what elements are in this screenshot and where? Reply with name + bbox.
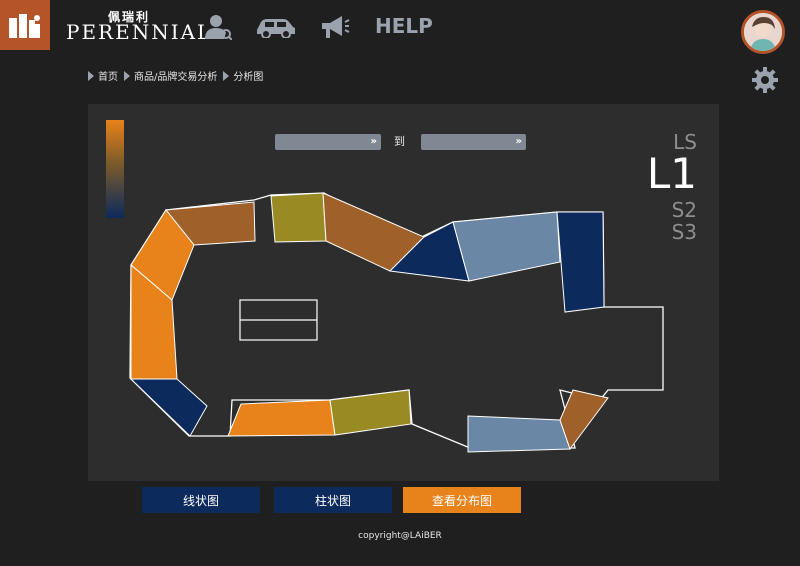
megaphone-icon[interactable] — [320, 14, 350, 40]
store-unit[interactable] — [329, 389, 412, 436]
triangle-right-icon — [88, 70, 94, 81]
store-unit[interactable] — [556, 211, 605, 313]
brand-english-name: PERENNIAL — [66, 20, 213, 44]
triangle-right-icon — [223, 70, 230, 81]
breadcrumb-item-home[interactable]: 首页 — [88, 68, 118, 83]
brand-logo: 佩瑞利 PERENNIAL — [66, 8, 210, 44]
breadcrumb-item-analysis[interactable]: 商品/品牌交易分析 — [124, 68, 217, 83]
logo-icon — [9, 14, 40, 38]
user-avatar-icon — [744, 13, 782, 51]
breadcrumb-label: 商品/品牌交易分析 — [134, 72, 218, 83]
store-unit[interactable] — [467, 415, 571, 453]
floor-map — [129, 192, 664, 453]
app-logo[interactable] — [0, 0, 50, 50]
breadcrumb-item-chart: 分析图 — [223, 68, 263, 83]
store-unit[interactable] — [559, 389, 609, 451]
gear-icon[interactable] — [751, 66, 779, 94]
breadcrumb: 首页 商品/品牌交易分析 分析图 — [88, 68, 269, 83]
store-unit[interactable] — [452, 211, 561, 282]
breadcrumb-label: 首页 — [98, 72, 118, 83]
user-search-icon[interactable] — [204, 12, 232, 40]
store-unit[interactable] — [227, 399, 336, 437]
breadcrumb-label: 分析图 — [233, 72, 264, 83]
store-unit[interactable] — [270, 192, 327, 243]
bar-chart-button[interactable]: 柱状图 — [274, 487, 392, 513]
avatar[interactable] — [741, 10, 785, 54]
car-icon[interactable] — [255, 16, 297, 38]
line-chart-button[interactable]: 线状图 — [142, 487, 260, 513]
floor-map-panel: » 到 » LS L1 S2 S3 — [88, 104, 719, 481]
view-distribution-button[interactable]: 查看分布图 — [403, 487, 521, 513]
help-link[interactable]: HELP — [375, 14, 433, 38]
store-unit[interactable] — [129, 378, 208, 437]
triangle-right-icon — [124, 70, 130, 81]
copyright-text: copyright@LAiBER — [358, 531, 442, 541]
